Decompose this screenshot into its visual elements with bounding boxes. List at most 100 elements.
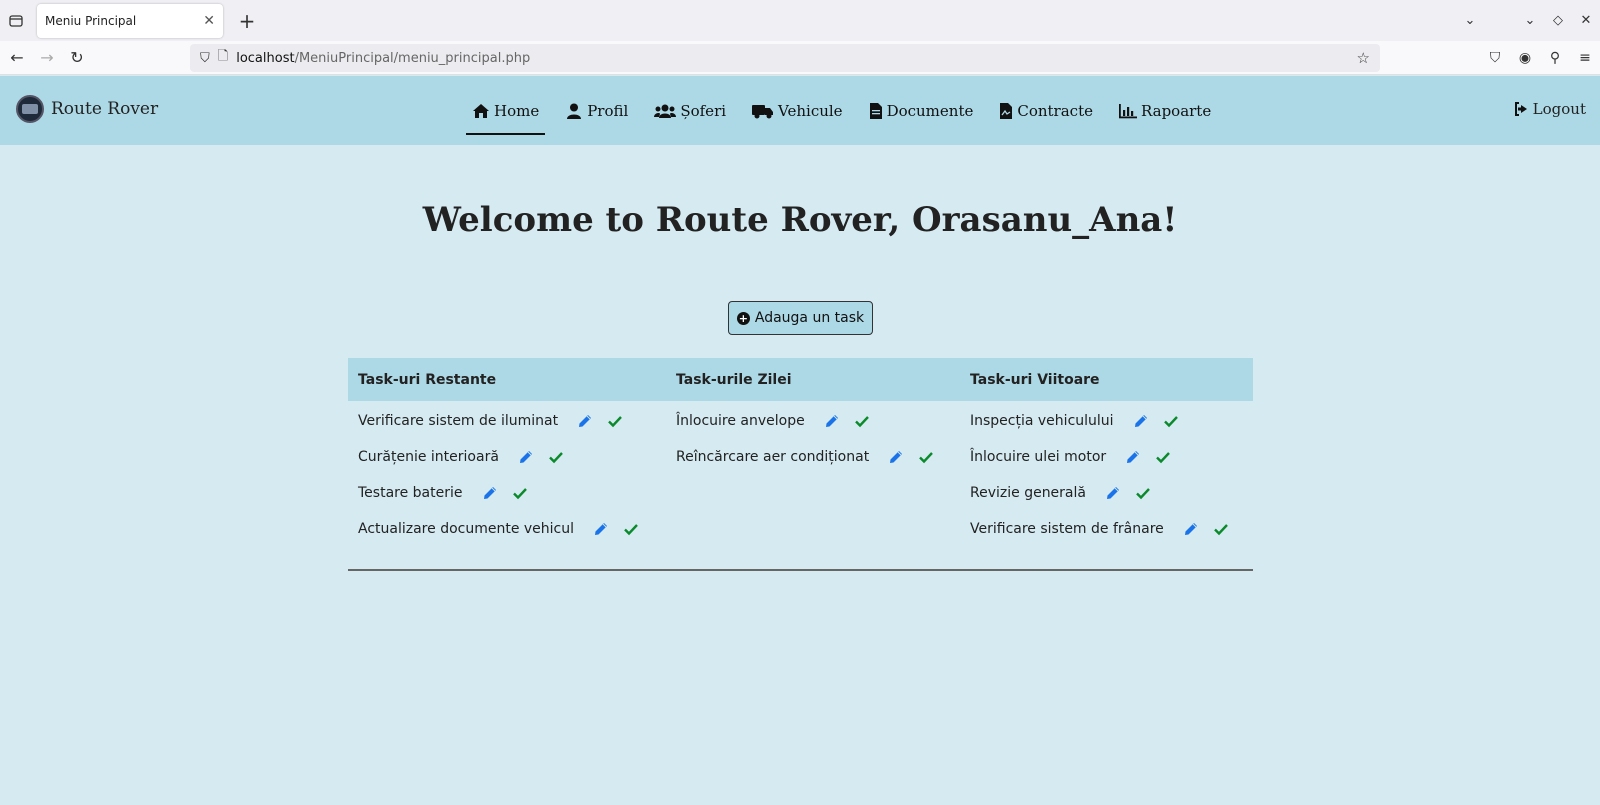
nav-label: Șoferi: [680, 101, 727, 120]
task-item: Revizie generală: [970, 485, 1150, 501]
task-item: Curățenie interioară: [358, 449, 563, 465]
task-table-body: Verificare sistem de iluminat Curățenie i…: [348, 401, 1253, 569]
task-item: Verificare sistem de frânare: [970, 521, 1228, 537]
menu-icon[interactable]: ≡: [1570, 50, 1600, 66]
nav-label: Contracte: [1017, 101, 1093, 120]
task-label: Înlocuire ulei motor: [970, 449, 1107, 465]
reload-icon[interactable]: ↻: [62, 48, 92, 67]
task-item: Inspecția vehiculului: [970, 413, 1178, 429]
complete-check-icon[interactable]: [608, 414, 622, 428]
edit-pencil-icon[interactable]: [519, 450, 533, 464]
extensions-icon[interactable]: ⚲: [1540, 50, 1570, 66]
task-label: Curățenie interioară: [358, 449, 499, 465]
nav-label: Documente: [886, 101, 974, 120]
browser-navbar: ← → ↻ ⛉ 🗋 localhost/MeniuPrincipal/meniu…: [0, 41, 1600, 75]
task-label: Verificare sistem de iluminat: [358, 413, 559, 429]
document-icon: [869, 102, 882, 119]
site-header: Route Rover Home Profil Șoferi Vehicule …: [0, 76, 1600, 145]
shield-icon[interactable]: ⛉: [200, 51, 210, 66]
back-icon[interactable]: ←: [2, 48, 32, 67]
browser-tabbar: Meniu Principal ✕ + ⌄ ⌄ ◇ ✕: [0, 0, 1600, 41]
logout-link[interactable]: Logout: [1513, 100, 1586, 118]
truck-icon: [752, 104, 774, 118]
task-item: Actualizare documente vehicul: [358, 521, 638, 537]
pocket-icon[interactable]: ⛉: [1480, 50, 1510, 66]
add-task-button[interactable]: + Adauga un task: [728, 301, 873, 335]
task-label: Verificare sistem de frânare: [970, 521, 1164, 537]
logout-icon: [1514, 102, 1527, 116]
edit-pencil-icon[interactable]: [483, 486, 497, 500]
column-header-viitoare: Task-uri Viitoare: [970, 372, 1100, 388]
complete-check-icon[interactable]: [624, 522, 638, 536]
plus-circle-icon: +: [736, 311, 750, 325]
close-tab-icon[interactable]: ✕: [203, 13, 215, 29]
edit-pencil-icon[interactable]: [1106, 486, 1120, 500]
complete-check-icon[interactable]: [919, 450, 934, 464]
add-task-label: Adauga un task: [754, 310, 865, 326]
bookmark-star-icon[interactable]: ☆: [1357, 49, 1370, 67]
task-label: Reîncărcare aer condiționat: [676, 449, 870, 465]
new-tab-icon[interactable]: +: [235, 9, 259, 33]
edit-pencil-icon[interactable]: [825, 414, 839, 428]
page-icon[interactable]: 🗋: [218, 47, 228, 69]
task-item: Înlocuire ulei motor: [970, 449, 1171, 465]
chart-icon: [1118, 103, 1137, 118]
nav-label: Home: [494, 101, 540, 120]
nav-label: Rapoarte: [1140, 101, 1212, 120]
browser-tab[interactable]: Meniu Principal ✕: [37, 3, 223, 38]
home-icon: [473, 103, 489, 118]
task-item: Reîncărcare aer condiționat: [676, 449, 934, 465]
brand[interactable]: Route Rover: [16, 95, 158, 123]
complete-check-icon[interactable]: [512, 486, 527, 500]
nav-contracte[interactable]: Contracte: [999, 76, 1093, 145]
tab-overview-icon[interactable]: [3, 8, 29, 34]
task-label: Actualizare documente vehicul: [358, 521, 575, 537]
address-bar[interactable]: ⛉ 🗋 localhost/MeniuPrincipal/meniu_princ…: [190, 44, 1380, 72]
nav-home[interactable]: Home: [465, 76, 546, 145]
window-close-icon[interactable]: ✕: [1572, 13, 1600, 28]
task-table: Task-uri Restante Task-urile Zilei Task-…: [348, 358, 1253, 571]
edit-pencil-icon[interactable]: [889, 450, 903, 464]
minimize-icon[interactable]: ⌄: [1516, 13, 1544, 28]
restore-icon[interactable]: ◇: [1544, 13, 1572, 28]
column-header-zilei: Task-urile Zilei: [676, 372, 792, 388]
task-item: Testare baterie: [358, 485, 527, 501]
edit-pencil-icon[interactable]: [594, 522, 608, 536]
logout-label: Logout: [1532, 100, 1586, 118]
tab-title: Meniu Principal: [45, 13, 137, 28]
forward-icon[interactable]: →: [32, 48, 62, 67]
complete-check-icon[interactable]: [549, 450, 563, 464]
complete-check-icon[interactable]: [1163, 414, 1178, 428]
nav-vehicule[interactable]: Vehicule: [752, 76, 843, 145]
user-icon: [567, 103, 582, 119]
task-label: Inspecția vehiculului: [970, 413, 1114, 429]
url-host: localhost: [236, 50, 295, 66]
url-path: /MeniuPrincipal/meniu_principal.php: [294, 50, 531, 66]
nav-label: Vehicule: [778, 101, 843, 120]
users-icon: [654, 104, 677, 118]
task-label: Înlocuire anvelope: [676, 413, 805, 429]
contract-icon: [1000, 102, 1013, 119]
edit-pencil-icon[interactable]: [1184, 522, 1198, 536]
nav-soferi[interactable]: Șoferi: [654, 76, 726, 145]
task-item: Înlocuire anvelope: [676, 413, 869, 429]
welcome-heading: Welcome to Route Rover, Orasanu_Ana!: [422, 200, 1178, 240]
complete-check-icon[interactable]: [854, 414, 869, 428]
nav-label: Profil: [587, 101, 629, 120]
edit-pencil-icon[interactable]: [1126, 450, 1140, 464]
brand-name: Route Rover: [51, 99, 159, 119]
complete-check-icon[interactable]: [1213, 522, 1228, 536]
account-icon[interactable]: ◉: [1510, 50, 1540, 66]
edit-pencil-icon[interactable]: [578, 414, 592, 428]
list-tabs-icon[interactable]: ⌄: [1456, 13, 1484, 28]
nav-rapoarte[interactable]: Rapoarte: [1118, 76, 1212, 145]
task-table-header: Task-uri Restante Task-urile Zilei Task-…: [348, 358, 1253, 401]
main-nav: Home Profil Șoferi Vehicule Documente Co…: [465, 76, 1237, 145]
nav-documente[interactable]: Documente: [869, 76, 974, 145]
complete-check-icon[interactable]: [1136, 486, 1150, 500]
complete-check-icon[interactable]: [1156, 450, 1171, 464]
column-header-restante: Task-uri Restante: [358, 372, 497, 388]
task-label: Testare baterie: [358, 485, 463, 501]
edit-pencil-icon[interactable]: [1134, 414, 1148, 428]
nav-profil[interactable]: Profil: [565, 76, 628, 145]
